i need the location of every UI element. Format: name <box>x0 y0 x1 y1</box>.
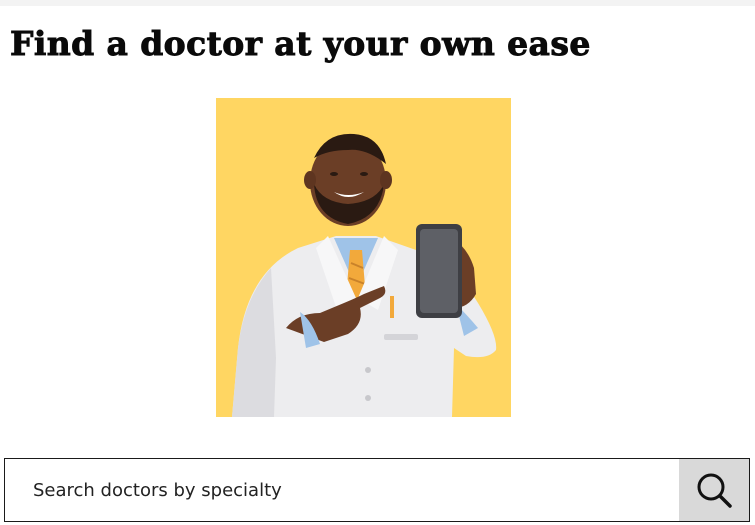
top-strip <box>0 0 755 6</box>
search-bar <box>4 458 750 522</box>
search-icon <box>697 473 732 508</box>
search-button[interactable] <box>679 459 749 521</box>
search-input[interactable] <box>5 459 679 521</box>
hero-illustration <box>216 98 511 417</box>
page-title: Find a doctor at your own ease <box>10 24 591 64</box>
